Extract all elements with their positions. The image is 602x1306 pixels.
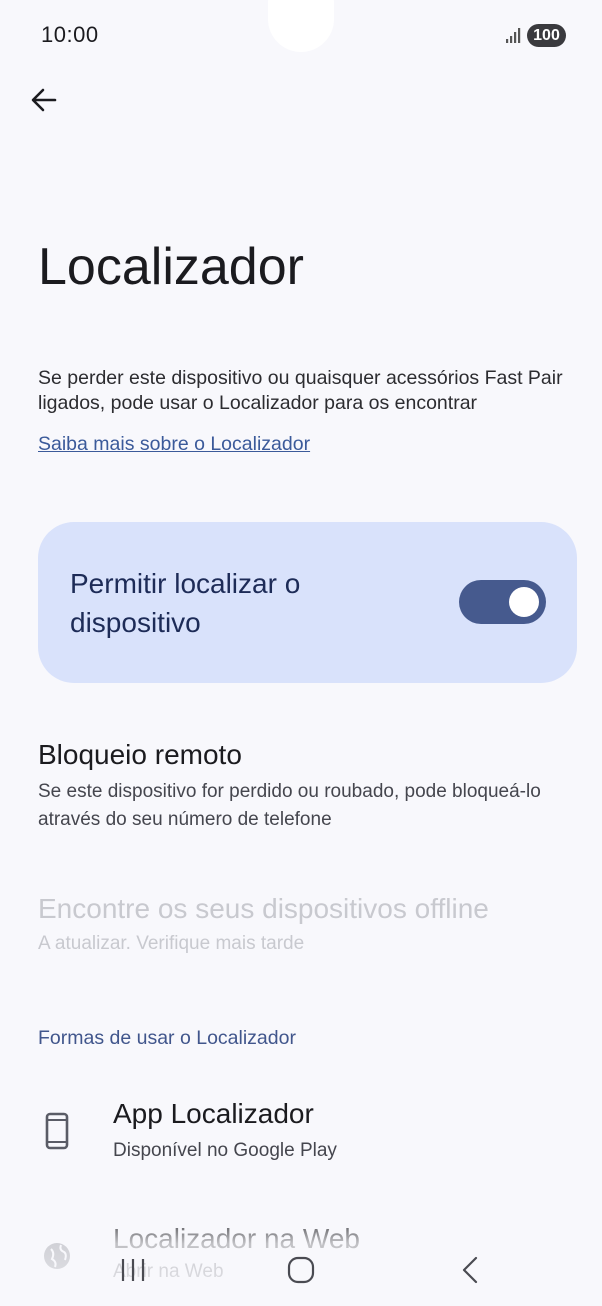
page-title: Localizador <box>38 238 304 296</box>
remote-lock-subtitle: Se este dispositivo for perdido ou rouba… <box>38 781 541 830</box>
find-hub-app-item[interactable]: App Localizador Disponível no Google Pla… <box>38 1097 578 1177</box>
nav-back-button[interactable] <box>440 1250 500 1290</box>
recents-icon <box>121 1259 145 1281</box>
recents-button[interactable] <box>103 1250 163 1290</box>
offline-devices-subtitle: A atualizar. Verifique mais tarde <box>38 933 305 954</box>
back-button[interactable] <box>22 78 66 122</box>
allow-find-device-switch[interactable] <box>459 580 546 624</box>
remote-lock-item[interactable]: Bloqueio remoto Se este dispositivo for … <box>38 738 578 834</box>
learn-more-link[interactable]: Saiba mais sobre o Localizador <box>38 433 310 456</box>
camera-notch <box>268 0 334 52</box>
allow-find-device-label: Permitir localizar o dispositivo <box>70 568 301 638</box>
find-hub-app-subtitle: Disponível no Google Play <box>113 1140 337 1161</box>
screen: 10:00 100 Localizador Se perder este dis… <box>0 0 602 1306</box>
switch-thumb <box>509 587 539 617</box>
home-icon <box>287 1256 315 1284</box>
navigation-bar <box>0 1236 602 1306</box>
arrow-back-icon <box>31 88 57 112</box>
find-hub-app-title: App Localizador <box>113 1098 314 1129</box>
signal-bars-icon <box>506 28 521 43</box>
home-button[interactable] <box>271 1250 331 1290</box>
offline-devices-title: Encontre os seus dispositivos offline <box>38 893 489 924</box>
remote-lock-title: Bloqueio remoto <box>38 739 242 770</box>
page-description: Se perder este dispositivo ou quaisquer … <box>38 367 563 414</box>
section-header: Formas de usar o Localizador <box>38 1027 296 1049</box>
status-time: 10:00 <box>41 22 99 47</box>
nav-back-icon <box>462 1256 478 1284</box>
status-bar: 10:00 100 <box>0 0 602 70</box>
phone-icon <box>45 1112 69 1150</box>
battery-badge: 100 <box>527 24 566 47</box>
allow-find-device-card[interactable]: Permitir localizar o dispositivo <box>38 522 577 683</box>
offline-devices-item: Encontre os seus dispositivos offline A … <box>38 892 578 958</box>
